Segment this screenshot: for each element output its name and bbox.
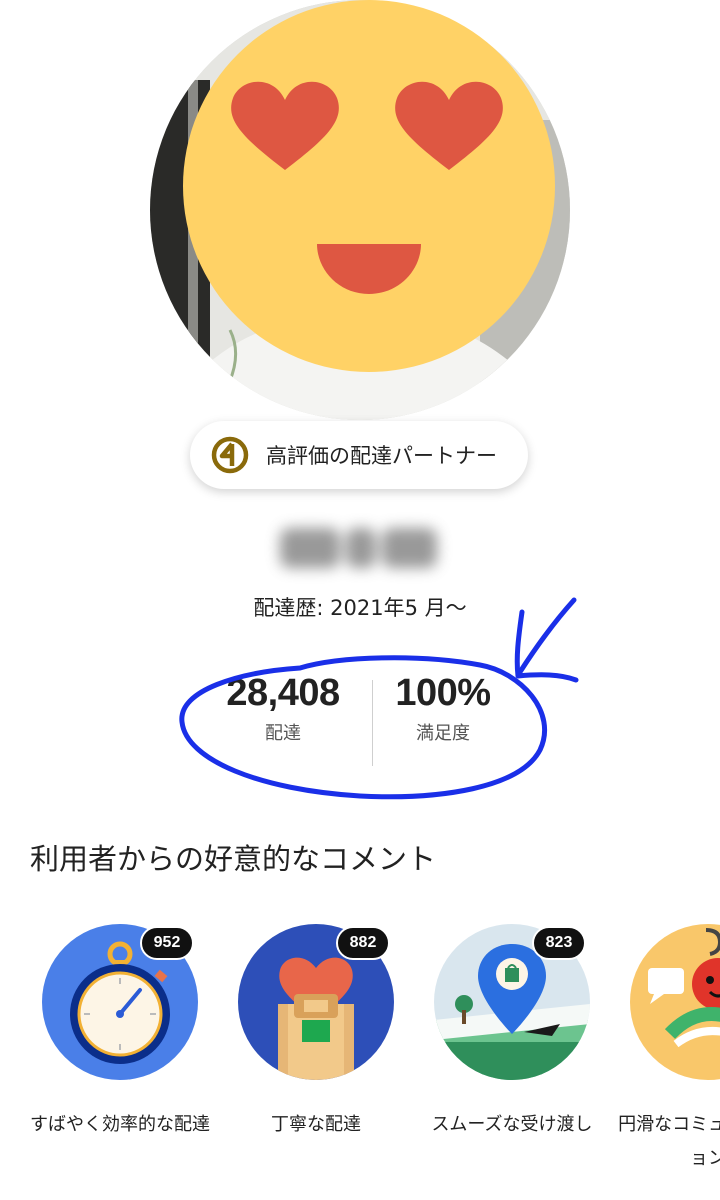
compliment-count-badge: 952	[140, 926, 194, 960]
compliment-label: スムーズな受け渡し	[431, 1114, 593, 1135]
compliment-label: 丁寧な配達	[271, 1114, 361, 1135]
compliment-count-badge: 882	[336, 926, 390, 960]
stat-satisfaction-label: 満足度	[416, 723, 470, 744]
tomato-chat-icon	[630, 924, 720, 1080]
stats-panel: 28,408 配達 100% 満足度	[186, 672, 534, 772]
compliments-carousel[interactable]: 952 すばやく効率的な配達 882 丁寧な配達 823 スムーズな受け渡し 円…	[0, 920, 720, 1200]
delivery-history: 配達歴: 2021年5 月〜	[253, 596, 467, 620]
top-rated-badge-label: 高評価の配達パートナー	[266, 444, 497, 468]
stat-deliveries-label: 配達	[265, 723, 301, 744]
compliment-label: すばやく効率的な配達	[30, 1114, 210, 1135]
stat-deliveries-value: 28,408	[226, 672, 340, 714]
compliment-label: 円滑なコミュニケーション	[618, 1114, 720, 1169]
stat-satisfaction-value: 100%	[395, 672, 491, 714]
compliment-count-badge: 823	[532, 926, 586, 960]
compliments-heading: 利用者からの好意的なコメント	[30, 842, 437, 876]
stat-deliveries: 28,408 配達	[198, 672, 368, 745]
stat-satisfaction: 100% 満足度	[358, 672, 528, 745]
emoji-face-icon	[183, 0, 555, 372]
top-rated-medal-icon	[211, 436, 249, 474]
top-rated-badge: 高評価の配達パートナー	[190, 421, 528, 489]
partner-name-redacted	[280, 518, 445, 578]
